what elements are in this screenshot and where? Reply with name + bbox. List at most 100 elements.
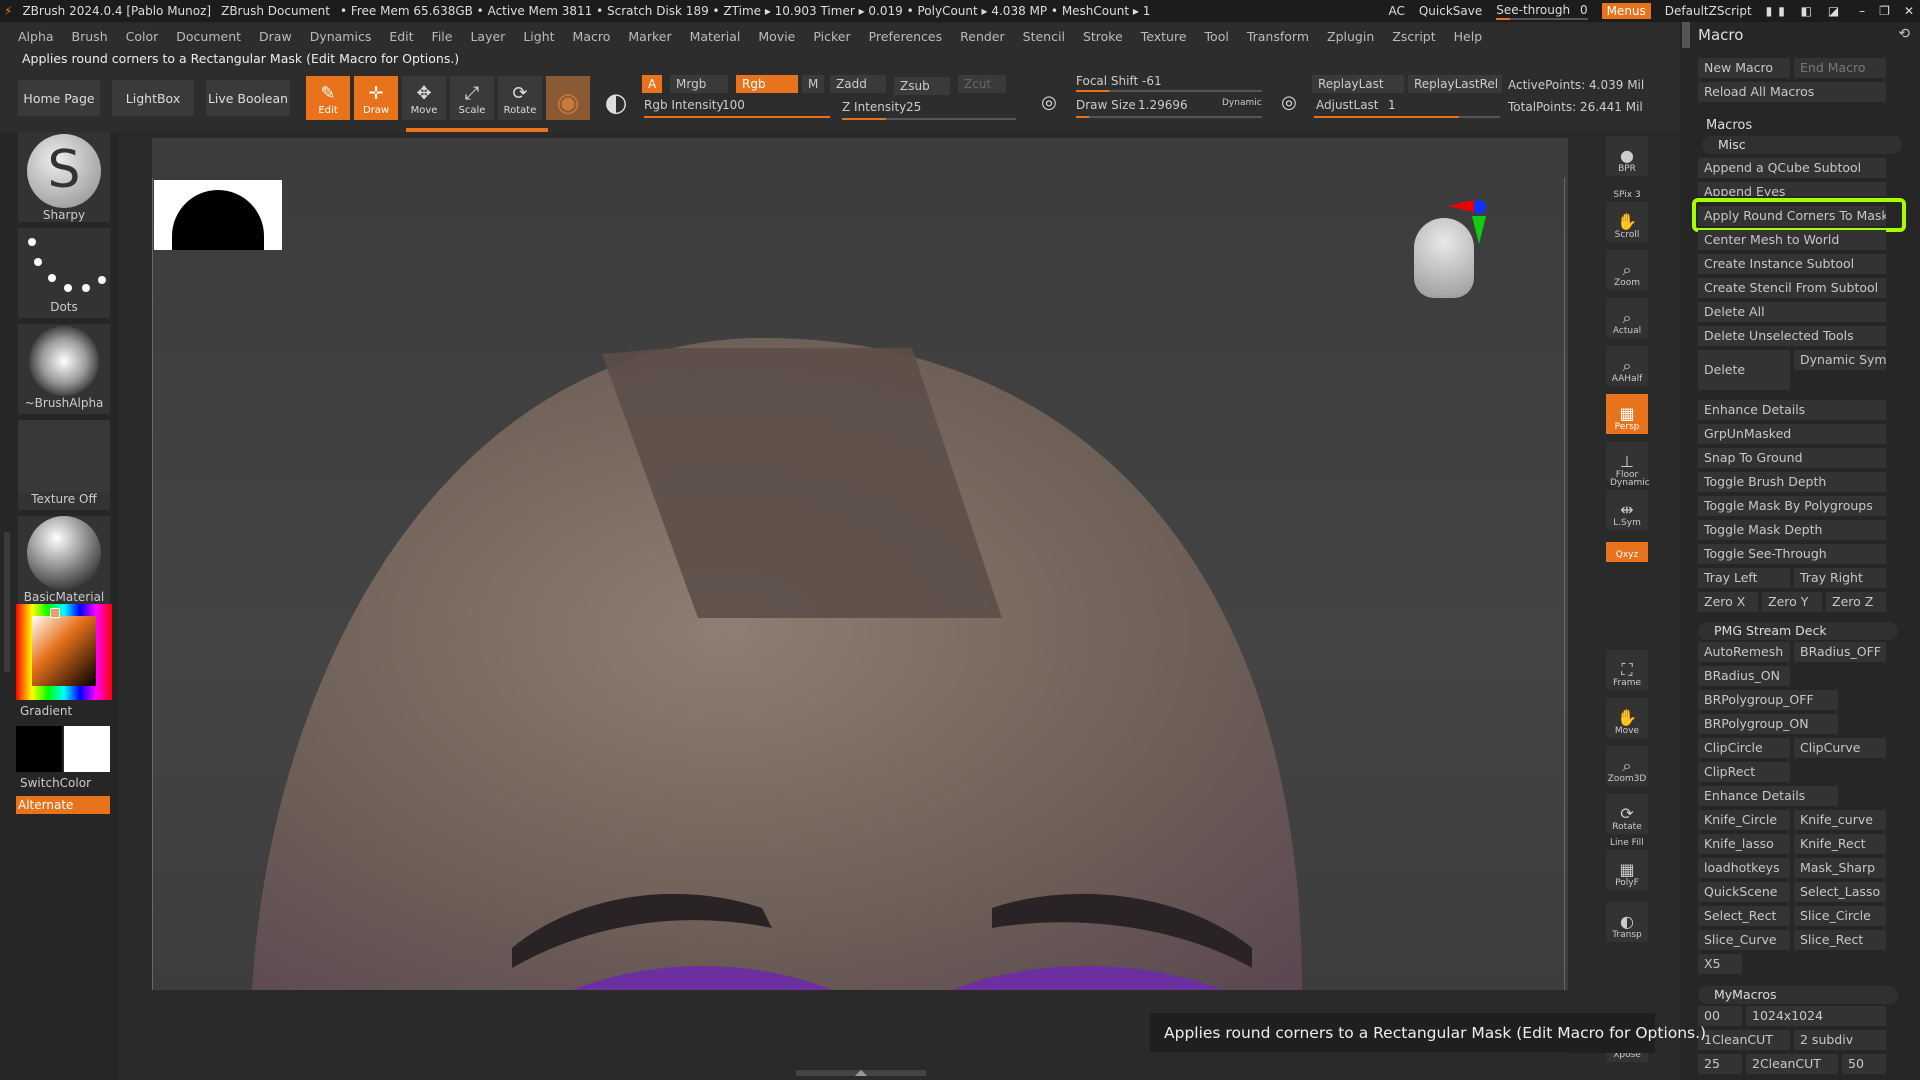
rgb-intensity-slider[interactable]	[644, 116, 830, 118]
macro-knife-rect[interactable]: Knife_Rect	[1794, 834, 1886, 854]
macro-brpolygroup-on[interactable]: BRPolygroup_ON	[1698, 714, 1838, 734]
menus-toggle-button[interactable]: Menus	[1601, 3, 1651, 19]
new-macro-button[interactable]: New Macro	[1698, 58, 1790, 78]
macro-zero-z[interactable]: Zero Z	[1826, 592, 1886, 612]
zoom3d-button[interactable]: ⌕ Zoom3D	[1606, 746, 1648, 786]
menu-transform[interactable]: Transform	[1247, 29, 1309, 44]
macro-dynamic-sym[interactable]: Dynamic Sym	[1794, 350, 1886, 370]
macro-enhance-details[interactable]: Enhance Details	[1698, 400, 1886, 420]
misc-subpalette[interactable]: Misc	[1702, 136, 1902, 154]
home-page-button[interactable]: Home Page	[18, 80, 100, 116]
macro-snap-to-ground[interactable]: Snap To Ground	[1698, 448, 1886, 468]
macro-center-mesh-to-world[interactable]: Center Mesh to World	[1698, 230, 1886, 250]
spix-button[interactable]: SPix 3	[1606, 186, 1648, 202]
menu-render[interactable]: Render	[960, 29, 1005, 44]
macro-x5[interactable]: X5	[1698, 954, 1742, 974]
color-sphere-button[interactable]: ◐	[594, 76, 638, 120]
menu-tool[interactable]: Tool	[1205, 29, 1229, 44]
menu-dynamics[interactable]: Dynamics	[310, 29, 372, 44]
layout-icons[interactable]: ▮▮ ◧ ◪	[1766, 4, 1846, 18]
bpr-button[interactable]: ● BPR	[1606, 136, 1648, 176]
macro-clipcircle[interactable]: ClipCircle	[1698, 738, 1790, 758]
reload-all-macros-button[interactable]: Reload All Macros	[1698, 82, 1886, 102]
macro-2-subdiv[interactable]: 2 subdiv	[1794, 1030, 1886, 1050]
menu-brush[interactable]: Brush	[72, 29, 108, 44]
macro-brpolygroup-off[interactable]: BRPolygroup_OFF	[1698, 690, 1838, 710]
macro-create-stencil-from-subtool[interactable]: Create Stencil From Subtool	[1698, 278, 1886, 298]
canvas-viewport[interactable]	[152, 138, 1568, 990]
quicksave-button[interactable]: QuickSave	[1419, 4, 1482, 18]
menu-stencil[interactable]: Stencil	[1023, 29, 1065, 44]
floor-button[interactable]: ⊥ Floor	[1606, 442, 1648, 482]
zsub-toggle[interactable]: Zsub	[894, 77, 950, 95]
color-picker-square[interactable]	[32, 616, 96, 686]
menu-marker[interactable]: Marker	[628, 29, 671, 44]
alternate-button[interactable]: Alternate	[16, 796, 110, 814]
lsym-button[interactable]: ⇹ L.Sym	[1606, 490, 1648, 530]
zcut-toggle[interactable]: Zcut	[958, 75, 1006, 93]
menu-zplugin[interactable]: Zplugin	[1327, 29, 1374, 44]
menu-alpha[interactable]: Alpha	[18, 29, 54, 44]
m-toggle[interactable]: M	[802, 75, 825, 93]
macro-autoremesh[interactable]: AutoRemesh	[1698, 642, 1790, 662]
menu-stroke[interactable]: Stroke	[1083, 29, 1123, 44]
frame-button[interactable]: ⛶ Frame	[1606, 650, 1648, 690]
mymacros-subpalette[interactable]: MyMacros	[1698, 986, 1898, 1004]
macro-append-eyes[interactable]: Append Eyes	[1698, 182, 1886, 196]
orientation-gizmo[interactable]	[1414, 196, 1486, 304]
xyz-button[interactable]: Qxyz	[1606, 542, 1648, 562]
move-button[interactable]: ✋ Move	[1606, 698, 1648, 738]
panel-drag-handle[interactable]	[1682, 22, 1690, 48]
macro-1024x1024[interactable]: 1024x1024	[1746, 1006, 1886, 1026]
menu-light[interactable]: Light	[523, 29, 554, 44]
minimize-icon[interactable]: –	[1859, 4, 1865, 18]
a-toggle[interactable]: A	[642, 75, 663, 93]
macro-clipcurve[interactable]: ClipCurve	[1794, 738, 1886, 758]
macro-delete[interactable]: Delete	[1698, 350, 1790, 390]
macro-tray-left[interactable]: Tray Left	[1698, 568, 1790, 588]
head-model[interactable]	[152, 138, 1568, 990]
zadd-toggle[interactable]: Zadd	[830, 75, 886, 93]
material-sphere-button[interactable]: ◉	[546, 76, 590, 120]
focal-shift-slider[interactable]	[1076, 90, 1262, 92]
macro-cliprect[interactable]: ClipRect	[1698, 762, 1790, 782]
aahalf-button[interactable]: ⌕ AAHalf	[1606, 346, 1648, 386]
menu-file[interactable]: File	[432, 29, 453, 44]
menu-material[interactable]: Material	[690, 29, 741, 44]
menu-layer[interactable]: Layer	[470, 29, 505, 44]
macro-1cleancut[interactable]: 1CleanCUT	[1698, 1030, 1790, 1050]
menu-zscript[interactable]: Zscript	[1392, 29, 1435, 44]
macro-zero-y[interactable]: Zero Y	[1762, 592, 1822, 612]
macro-slice-curve[interactable]: Slice_Curve	[1698, 930, 1790, 950]
scale-button[interactable]: ⤢ Scale	[450, 76, 494, 120]
edit-button[interactable]: ✎ Edit	[306, 76, 350, 120]
macro-enhance-details[interactable]: Enhance Details	[1698, 786, 1838, 806]
macro-50[interactable]: 50	[1842, 1054, 1886, 1074]
macro-slice-rect[interactable]: Slice_Rect	[1794, 930, 1886, 950]
dynamic-toggle[interactable]: Dynamic	[1222, 98, 1262, 108]
alpha-selector[interactable]: ~BrushAlpha	[18, 324, 110, 414]
macro-00[interactable]: 00	[1698, 1006, 1742, 1026]
color-picker[interactable]	[16, 604, 112, 700]
menu-texture[interactable]: Texture	[1141, 29, 1187, 44]
macro-knife-lasso[interactable]: Knife_lasso	[1698, 834, 1790, 854]
macro-knife-curve[interactable]: Knife_curve	[1794, 810, 1886, 830]
macro-delete-unselected-tools[interactable]: Delete Unselected Tools	[1698, 326, 1886, 346]
macro-bradius-on[interactable]: BRadius_ON	[1698, 666, 1790, 686]
zoom-button[interactable]: ⌕ Zoom	[1606, 250, 1648, 290]
macro-create-instance-subtool[interactable]: Create Instance Subtool	[1698, 254, 1886, 274]
hue-marker[interactable]	[50, 608, 60, 618]
actual-button[interactable]: ⌕ Actual	[1606, 298, 1648, 338]
stroke-selector[interactable]: Dots	[18, 228, 110, 318]
z-intensity-slider[interactable]	[842, 118, 1016, 120]
macro-25[interactable]: 25	[1698, 1054, 1742, 1074]
scroll-button[interactable]: ✋ Scroll	[1606, 202, 1648, 242]
macro-toggle-mask-by-polygroups[interactable]: Toggle Mask By Polygroups	[1698, 496, 1886, 516]
rotate-button[interactable]: ⟳ Rotate	[498, 76, 542, 120]
menu-color[interactable]: Color	[126, 29, 159, 44]
menu-draw[interactable]: Draw	[259, 29, 292, 44]
main-color-swatch[interactable]	[64, 726, 110, 772]
close-icon[interactable]: ✕	[1904, 4, 1914, 18]
menu-movie[interactable]: Movie	[758, 29, 795, 44]
macro-slice-circle[interactable]: Slice_Circle	[1794, 906, 1886, 926]
